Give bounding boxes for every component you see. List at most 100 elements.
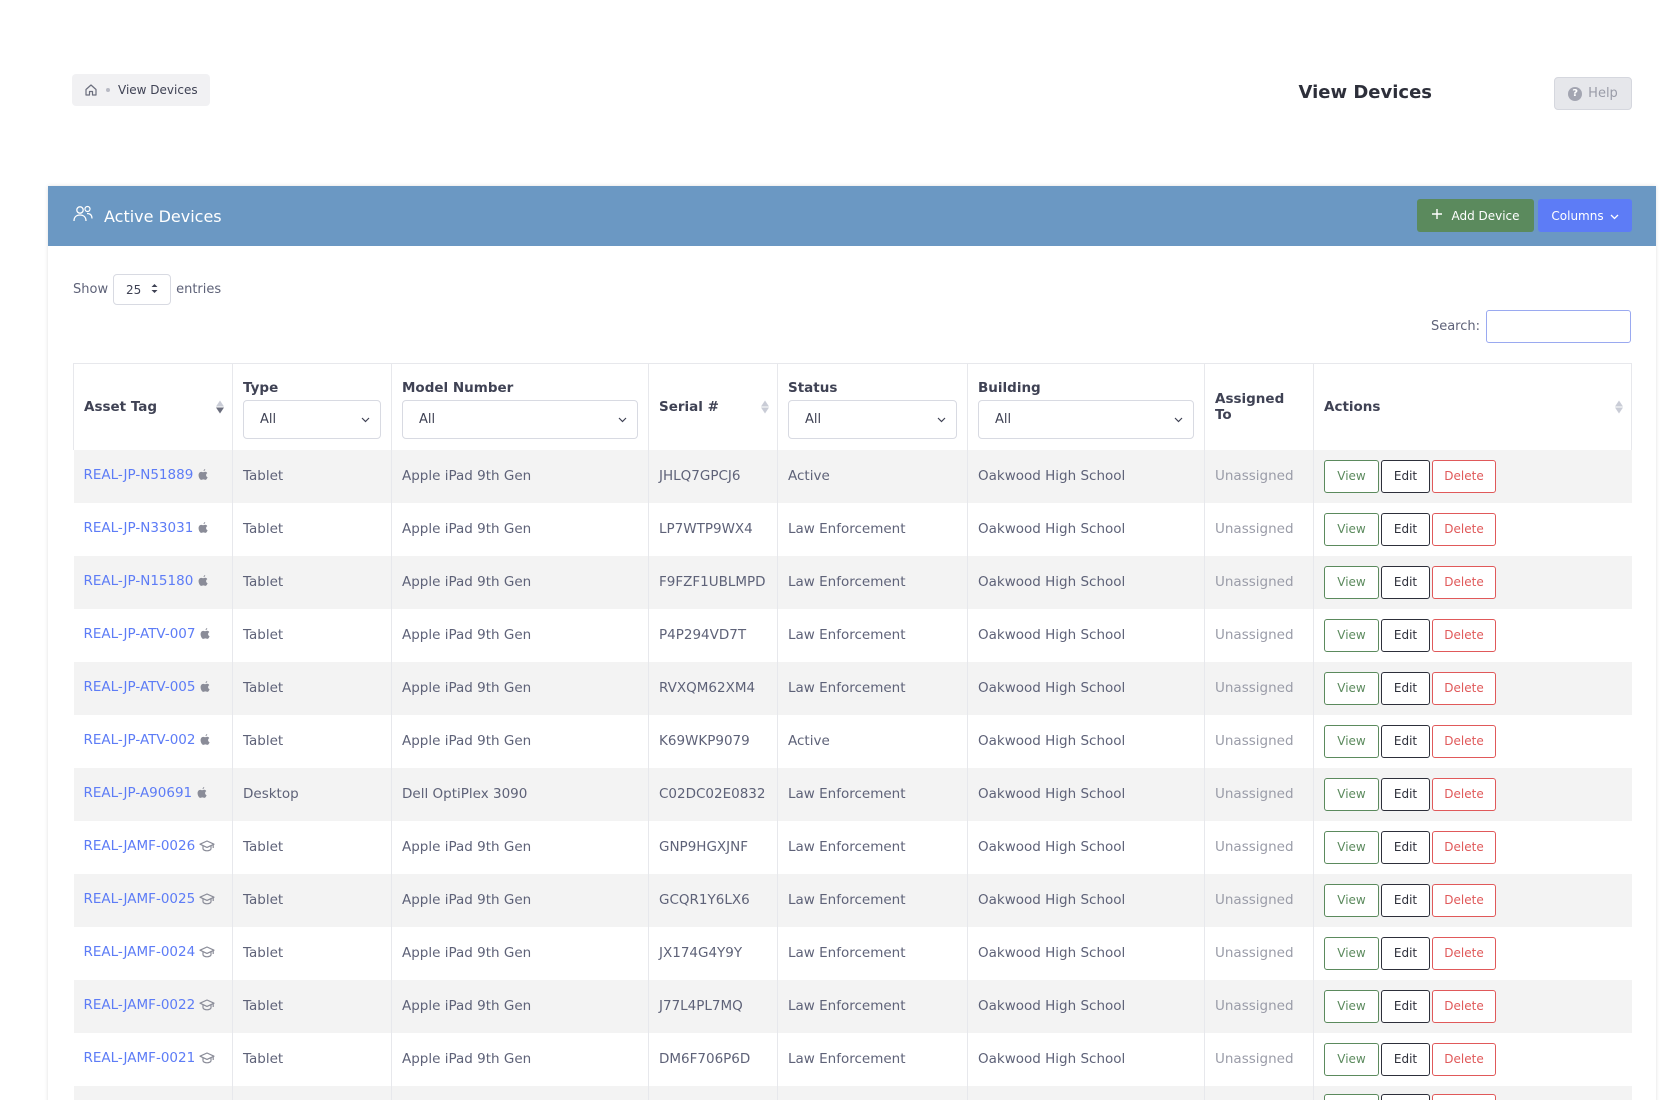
delete-button[interactable]: Delete bbox=[1432, 883, 1496, 917]
view-button[interactable]: View bbox=[1324, 618, 1379, 652]
table-row: REAL-JP-ATV-005 Tablet Apple iPad 9th Gen R… bbox=[73, 661, 1632, 715]
delete-button[interactable]: Delete bbox=[1432, 671, 1496, 705]
chevron-down-icon bbox=[1174, 417, 1183, 423]
edit-button[interactable]: Edit bbox=[1381, 989, 1430, 1023]
column-header-serial[interactable]: Serial # bbox=[648, 363, 778, 450]
asset-tag-link[interactable]: REAL-JAMF-0025 bbox=[84, 891, 196, 907]
edit-button[interactable]: Edit bbox=[1381, 830, 1430, 864]
delete-button[interactable]: Delete bbox=[1432, 1042, 1496, 1076]
cell-actions: View Edit Delete bbox=[1314, 874, 1632, 927]
edit-button[interactable]: Edit bbox=[1381, 936, 1430, 970]
edit-button[interactable]: Edit bbox=[1381, 565, 1430, 599]
cell-status: Law Enforcement bbox=[777, 767, 968, 821]
view-button[interactable] bbox=[1324, 1093, 1379, 1100]
cell-model: Apple iPad 9th Gen bbox=[391, 873, 649, 927]
cell-building: Oakwood High School bbox=[967, 714, 1205, 768]
edit-button[interactable]: Edit bbox=[1381, 512, 1430, 546]
edit-button[interactable]: Edit bbox=[1381, 459, 1430, 493]
search-input[interactable] bbox=[1486, 310, 1631, 343]
table-row: REAL-JP-N33031 Tablet Apple iPad 9th Gen LP… bbox=[73, 502, 1632, 556]
column-header-actions[interactable]: Actions bbox=[1314, 364, 1632, 450]
view-button[interactable]: View bbox=[1324, 989, 1379, 1023]
asset-tag-link[interactable]: REAL-JP-ATV-002 bbox=[84, 732, 196, 748]
asset-tag-link[interactable]: REAL-JAMF-0024 bbox=[84, 944, 196, 960]
cell-model: Apple iPad 9th Gen bbox=[391, 820, 649, 874]
cell-asset-tag: REAL-JAMF-0024 bbox=[73, 926, 233, 980]
asset-tag-link[interactable]: REAL-JP-A90691 bbox=[84, 785, 193, 801]
cell-asset-tag bbox=[73, 1085, 233, 1100]
edit-button[interactable]: Edit bbox=[1381, 618, 1430, 652]
status-filter-select[interactable]: All bbox=[788, 400, 957, 440]
columns-button[interactable]: Columns bbox=[1538, 199, 1632, 232]
sort-icon bbox=[761, 400, 769, 414]
chevron-down-icon bbox=[1610, 209, 1619, 223]
view-button[interactable]: View bbox=[1324, 777, 1379, 811]
model-filter-select[interactable]: All bbox=[402, 400, 638, 440]
delete-button[interactable]: Delete bbox=[1432, 512, 1496, 546]
asset-tag-link[interactable]: REAL-JAMF-0022 bbox=[84, 997, 196, 1013]
type-filter-select[interactable]: All bbox=[243, 400, 381, 440]
cell-type: Tablet bbox=[232, 1032, 392, 1086]
page-title: View Devices bbox=[1298, 82, 1432, 103]
column-header-type: Type All bbox=[232, 363, 392, 450]
cell-actions: View Edit Delete bbox=[1314, 980, 1632, 1033]
cell-model: Apple iPad 9th Gen bbox=[391, 449, 649, 503]
table-row: REAL-JAMF-0026 Tablet Apple iPad 9th Gen GN… bbox=[73, 820, 1632, 874]
apple-icon bbox=[199, 680, 211, 697]
delete-button[interactable]: Delete bbox=[1432, 459, 1496, 493]
delete-button[interactable]: Delete bbox=[1432, 565, 1496, 599]
column-header-assigned: Assigned To bbox=[1204, 363, 1314, 450]
cell-asset-tag: REAL-JP-A90691 bbox=[73, 767, 233, 821]
view-button[interactable]: View bbox=[1324, 936, 1379, 970]
view-button[interactable]: View bbox=[1324, 724, 1379, 758]
edit-button[interactable]: Edit bbox=[1381, 671, 1430, 705]
add-device-button[interactable]: Add Device bbox=[1417, 199, 1534, 232]
asset-tag-link[interactable]: REAL-JP-N15180 bbox=[84, 573, 194, 589]
edit-button[interactable]: Edit bbox=[1381, 1042, 1430, 1076]
graduation-cap-icon bbox=[199, 999, 215, 1015]
edit-button[interactable]: Edit bbox=[1381, 883, 1430, 917]
view-button[interactable]: View bbox=[1324, 459, 1379, 493]
cell-serial: RVXQM62XM4 bbox=[648, 661, 778, 715]
asset-tag-link[interactable]: REAL-JP-ATV-007 bbox=[84, 626, 196, 642]
help-button[interactable]: ? Help bbox=[1554, 77, 1632, 110]
cell-model: Apple iPad 9th Gen bbox=[391, 608, 649, 662]
cell-asset-tag: REAL-JAMF-0021 bbox=[73, 1032, 233, 1086]
cell-serial: P4P294VD7T bbox=[648, 608, 778, 662]
delete-button[interactable]: Delete bbox=[1432, 777, 1496, 811]
delete-button[interactable]: Delete bbox=[1432, 936, 1496, 970]
view-button[interactable]: View bbox=[1324, 671, 1379, 705]
cell-serial: GNP9HGXJNF bbox=[648, 820, 778, 874]
page-length-select[interactable]: 25 bbox=[113, 274, 172, 305]
cell-serial: F9FZF1UBLMPD bbox=[648, 555, 778, 609]
column-header-asset-tag[interactable]: Asset Tag bbox=[73, 363, 233, 450]
view-button[interactable]: View bbox=[1324, 1042, 1379, 1076]
cell-status: Law Enforcement bbox=[777, 873, 968, 927]
asset-tag-link[interactable]: REAL-JP-N33031 bbox=[84, 520, 194, 536]
cell-type: Tablet bbox=[232, 926, 392, 980]
asset-tag-link[interactable]: REAL-JP-ATV-005 bbox=[84, 679, 196, 695]
delete-button[interactable]: Delete bbox=[1432, 989, 1496, 1023]
cell-asset-tag: REAL-JP-ATV-002 bbox=[73, 714, 233, 768]
delete-button[interactable]: Delete bbox=[1432, 724, 1496, 758]
view-button[interactable]: View bbox=[1324, 565, 1379, 599]
asset-tag-link[interactable]: REAL-JP-N51889 bbox=[84, 467, 194, 483]
view-button[interactable]: View bbox=[1324, 830, 1379, 864]
edit-button[interactable]: Edit bbox=[1381, 777, 1430, 811]
delete-button[interactable] bbox=[1432, 1093, 1496, 1100]
delete-button[interactable]: Delete bbox=[1432, 618, 1496, 652]
table-row: REAL-JP-ATV-002 Tablet Apple iPad 9th Gen K… bbox=[73, 714, 1632, 768]
column-header-building: Building All bbox=[967, 363, 1205, 450]
building-filter-select[interactable]: All bbox=[978, 400, 1194, 440]
delete-button[interactable]: Delete bbox=[1432, 830, 1496, 864]
home-icon[interactable] bbox=[84, 83, 98, 97]
edit-button[interactable] bbox=[1381, 1093, 1430, 1100]
view-button[interactable]: View bbox=[1324, 512, 1379, 546]
cell-building: Oakwood High School bbox=[967, 979, 1205, 1033]
asset-tag-link[interactable]: REAL-JAMF-0026 bbox=[84, 838, 196, 854]
cell-serial bbox=[648, 1085, 778, 1100]
edit-button[interactable]: Edit bbox=[1381, 724, 1430, 758]
asset-tag-link[interactable]: REAL-JAMF-0021 bbox=[84, 1050, 196, 1066]
view-button[interactable]: View bbox=[1324, 883, 1379, 917]
cell-type: Desktop bbox=[232, 767, 392, 821]
